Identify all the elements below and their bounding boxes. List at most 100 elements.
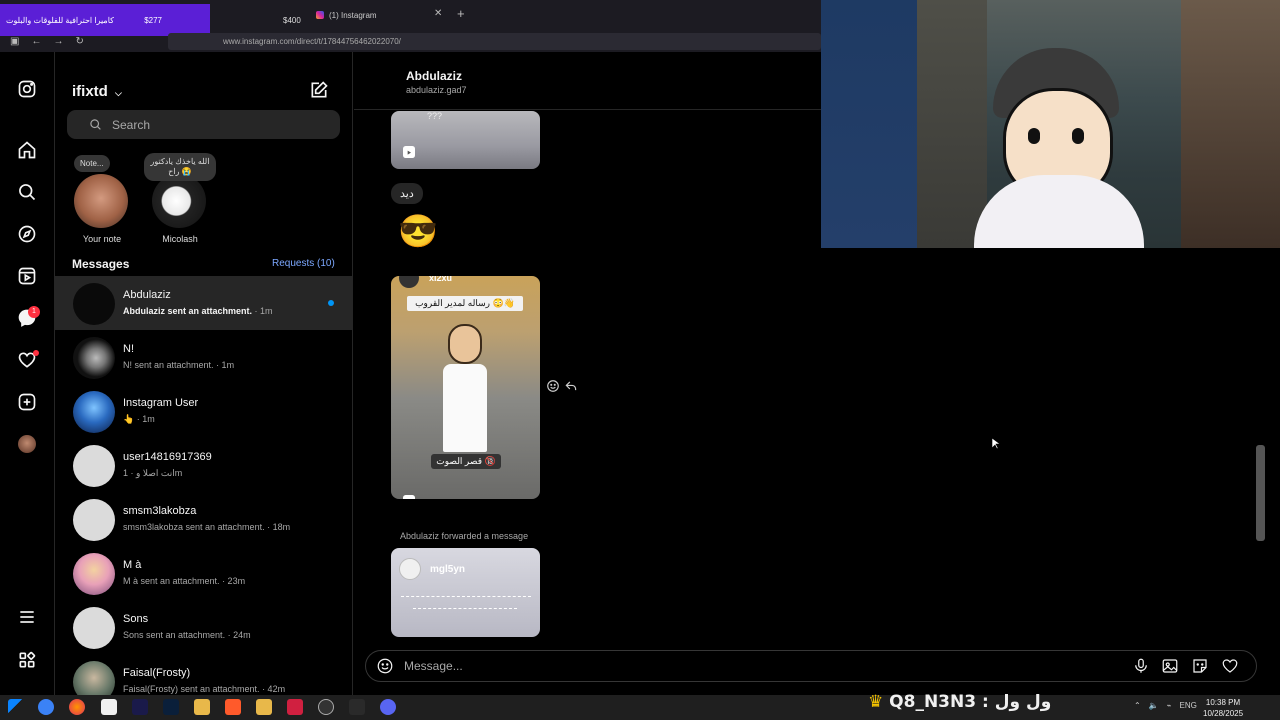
avatar-eye-left bbox=[1028, 128, 1040, 144]
notification-dot bbox=[33, 350, 39, 356]
file-explorer-icon[interactable] bbox=[194, 699, 210, 715]
streamer-tag-text: Q8_N3N3 : ول ول bbox=[889, 692, 1052, 712]
discord-icon[interactable] bbox=[380, 699, 396, 715]
profile-avatar[interactable] bbox=[16, 433, 38, 455]
search-input[interactable]: Search bbox=[67, 110, 340, 139]
reels-icon[interactable] bbox=[16, 265, 38, 287]
conversation-preview: 👆 · 1m bbox=[123, 414, 155, 424]
emoji-message[interactable]: 😎 bbox=[398, 212, 438, 250]
microphone-icon[interactable] bbox=[1132, 657, 1150, 675]
conversation-row[interactable]: N! N! sent an attachment. · 1m bbox=[55, 330, 352, 384]
clock-date: 10/28/2025 bbox=[1203, 709, 1244, 718]
more-menu-icon[interactable] bbox=[16, 606, 38, 628]
react-emoji-icon[interactable] bbox=[546, 379, 560, 398]
close-tab-icon[interactable]: ✕ bbox=[434, 8, 442, 19]
url-bar[interactable]: www.instagram.com/direct/t/1784475646202… bbox=[168, 33, 821, 50]
shared-reel-card[interactable]: ??? bbox=[391, 111, 540, 169]
conversation-row[interactable]: smsm3lakobza smsm3lakobza sent an attach… bbox=[55, 492, 352, 546]
premiere-icon[interactable] bbox=[132, 699, 148, 715]
micolash-note-avatar[interactable] bbox=[152, 174, 206, 228]
your-note-bubble[interactable]: Note... bbox=[74, 155, 110, 172]
conversations-panel: ifixtd ⌵ Search Note... Your note الله ي… bbox=[55, 52, 353, 695]
conversation-preview: M à sent an attachment. · 23m bbox=[123, 576, 246, 586]
conversation-row[interactable]: Faisal(Frosty) Faisal(Frosty) sent an at… bbox=[55, 654, 352, 695]
conversation-preview: N! sent an attachment. · 1m bbox=[123, 360, 235, 370]
forwarded-label: Abdulaziz forwarded a message bbox=[400, 531, 529, 541]
wooden-building bbox=[1181, 0, 1280, 248]
conversation-preview: Faisal(Frosty) sent an attachment. · 42m bbox=[123, 684, 286, 694]
account-switcher[interactable]: ifixtd ⌵ bbox=[72, 83, 122, 100]
app-icon[interactable] bbox=[287, 699, 303, 715]
new-tab-icon[interactable]: + bbox=[457, 6, 465, 21]
tray-expand-icon[interactable]: ⌃ bbox=[1134, 701, 1141, 710]
chat-scrollbar[interactable] bbox=[1256, 445, 1265, 541]
conversation-name: Instagram User bbox=[123, 397, 199, 409]
home-icon[interactable] bbox=[16, 139, 38, 161]
settings-gear-icon[interactable] bbox=[349, 699, 365, 715]
app-icon[interactable] bbox=[256, 699, 272, 715]
network-icon[interactable]: ⌁ bbox=[1167, 701, 1172, 710]
conversation-row[interactable]: user14816917369 انت اصلا و · 1m bbox=[55, 438, 352, 492]
message-input[interactable]: Message... bbox=[365, 650, 1257, 682]
brave-icon[interactable] bbox=[225, 699, 241, 715]
clock-time: 10:38 PM bbox=[1205, 698, 1241, 707]
avatar-eye-right bbox=[1072, 128, 1084, 144]
also-from-meta-icon[interactable] bbox=[16, 649, 38, 671]
building-wall bbox=[917, 0, 987, 248]
conversation-name: smsm3lakobza bbox=[123, 505, 197, 517]
forward-icon[interactable]: → bbox=[53, 36, 63, 47]
compose-message-icon[interactable] bbox=[309, 80, 329, 100]
volume-icon[interactable]: 🔈 bbox=[1149, 701, 1159, 710]
instagram-logo-icon[interactable] bbox=[16, 78, 38, 100]
browser-tab[interactable]: (1) Instagram bbox=[310, 4, 450, 26]
conversation-row[interactable]: Sons Sons sent an attachment. · 24m bbox=[55, 600, 352, 654]
streamer-overlay bbox=[821, 0, 1280, 248]
reel-author: mgl5yn bbox=[430, 564, 466, 575]
image-upload-icon[interactable] bbox=[1161, 657, 1179, 675]
ad-price-secondary: $400 bbox=[283, 16, 301, 25]
conversation-row[interactable]: M à M à sent an attachment. · 23m bbox=[55, 546, 352, 600]
requests-link[interactable]: Requests (10) bbox=[272, 258, 335, 269]
reel-author-avatar bbox=[399, 558, 421, 580]
forwarded-reel-card[interactable]: mgl5yn bbox=[391, 548, 540, 637]
firefox-icon[interactable] bbox=[69, 699, 85, 715]
unread-dot bbox=[328, 300, 334, 306]
start-button-icon[interactable] bbox=[8, 699, 24, 715]
shared-reel-card[interactable]: xl2xu رساله لمدير القروب 😳👋 قصر الصوت 🔞 bbox=[391, 276, 540, 499]
conversation-name: Faisal(Frosty) bbox=[123, 667, 191, 679]
conversation-row[interactable]: Instagram User 👆 · 1m bbox=[55, 384, 352, 438]
sticker-icon[interactable] bbox=[1191, 657, 1209, 675]
app-icon[interactable] bbox=[38, 699, 54, 715]
tab-title: (1) Instagram bbox=[329, 10, 377, 20]
text-message-bubble[interactable]: ديد bbox=[391, 183, 423, 204]
taskbar bbox=[0, 695, 1280, 720]
photoshop-icon[interactable] bbox=[163, 699, 179, 715]
clock[interactable]: 10:38 PM 10/28/2025 bbox=[1203, 697, 1243, 719]
micolash-note-label: Micolash bbox=[162, 234, 198, 244]
conversation-preview: smsm3lakobza sent an attachment. · 18m bbox=[123, 522, 291, 532]
conversation-preview: Sons sent an attachment. · 24m bbox=[123, 630, 251, 640]
language-indicator[interactable]: ENG bbox=[1180, 701, 1197, 710]
emoji-icon[interactable] bbox=[376, 657, 394, 675]
like-heart-icon[interactable] bbox=[1221, 657, 1239, 675]
micolash-note-bubble[interactable]: الله ياخذك يادكتور راح 😭 bbox=[144, 153, 216, 181]
conversation-name: Sons bbox=[123, 613, 149, 625]
reload-icon[interactable]: ↻ bbox=[75, 36, 83, 47]
mouse-cursor-icon bbox=[992, 438, 1000, 450]
messages-badge: 1 bbox=[28, 306, 40, 318]
back-icon[interactable]: ← bbox=[31, 36, 41, 47]
sidebar-toggle-icon[interactable]: ▣ bbox=[10, 36, 19, 47]
explore-icon[interactable] bbox=[16, 223, 38, 245]
chat-contact-name[interactable]: Abdulaziz bbox=[406, 69, 462, 83]
conversation-preview: انت اصلا و · 1m bbox=[123, 468, 183, 478]
avatar-shirt bbox=[974, 175, 1144, 248]
conversation-row[interactable]: Abdulaziz Abdulaziz sent an attachment. … bbox=[55, 276, 352, 330]
search-icon[interactable] bbox=[16, 181, 38, 203]
reply-icon[interactable] bbox=[564, 379, 578, 398]
app-icon[interactable] bbox=[318, 699, 334, 715]
your-note-avatar[interactable] bbox=[74, 174, 128, 228]
create-icon[interactable] bbox=[16, 391, 38, 413]
store-icon[interactable] bbox=[101, 699, 117, 715]
conversation-name: user14816917369 bbox=[123, 451, 212, 463]
search-icon bbox=[90, 119, 101, 130]
